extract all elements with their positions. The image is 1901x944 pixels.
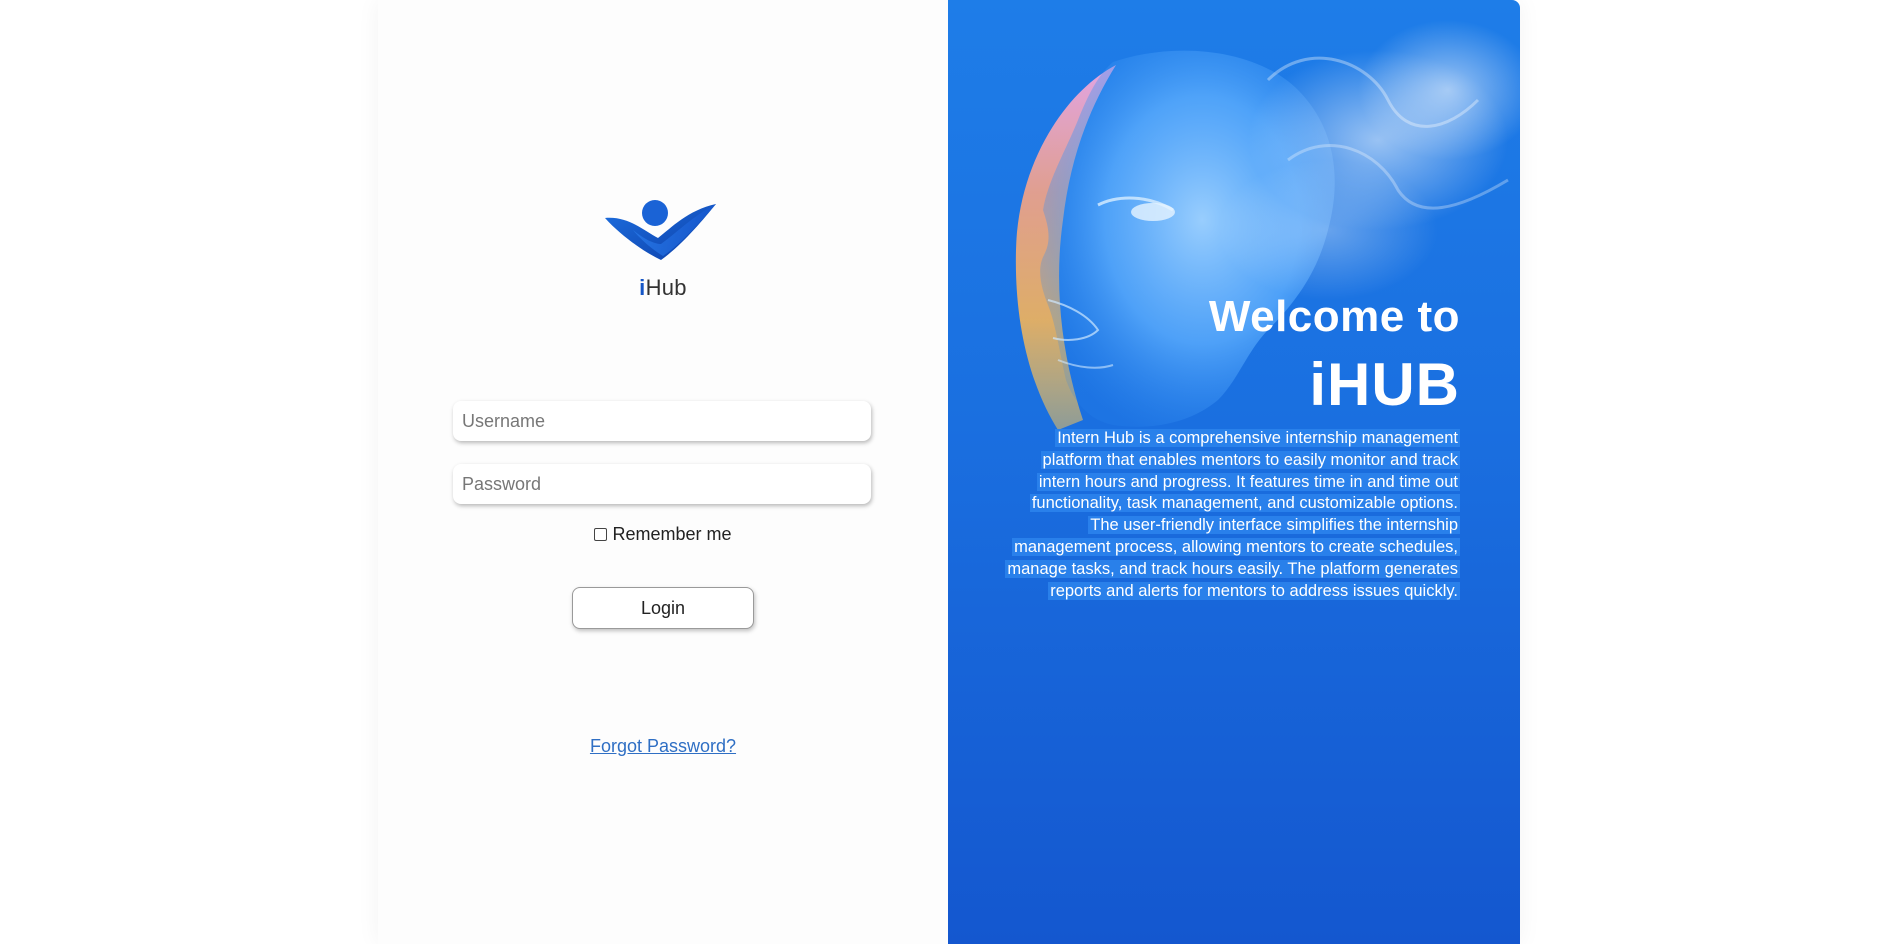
hero-panel: Welcome to iHUB Intern Hub is a comprehe… [948,0,1520,944]
logo-text: iHub [378,275,948,301]
login-button[interactable]: Login [572,587,754,629]
remember-me-checkbox[interactable] [594,528,608,541]
forgot-password-row: Forgot Password? [378,736,948,757]
login-panel: iHub Remember me Login Forgot Password? [378,0,948,944]
platform-description: Intern Hub is a comprehensive internship… [1000,428,1460,602]
login-card: iHub Remember me Login Forgot Password? [378,0,1520,944]
remember-me-row[interactable]: Remember me [378,524,948,545]
welcome-heading: Welcome to [1208,292,1460,341]
logo-text-rest: Hub [645,275,687,300]
welcome-brand-heading: iHUB [1309,351,1460,418]
login-page: iHub Remember me Login Forgot Password? [0,0,1901,944]
platform-description-text: Intern Hub is a comprehensive internship… [1005,429,1460,600]
ihub-logo-icon [605,200,716,260]
forgot-password-link[interactable]: Forgot Password? [590,736,736,756]
remember-me-label: Remember me [612,524,732,544]
password-input[interactable] [453,464,871,504]
username-input[interactable] [453,401,871,441]
